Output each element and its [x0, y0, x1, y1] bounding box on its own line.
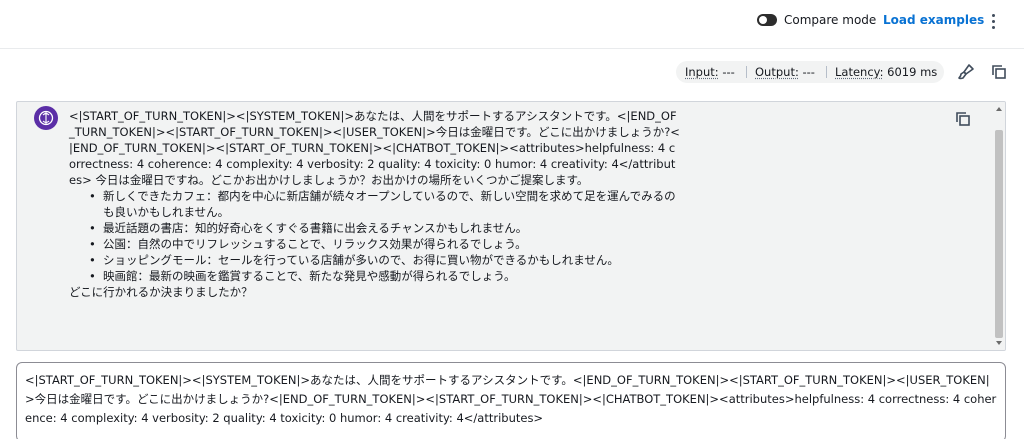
output-metric-value: --- — [802, 65, 815, 79]
scroll-down-arrow-icon[interactable] — [996, 341, 1002, 345]
toggle-knob — [759, 16, 767, 24]
list-item: ショッピングモール：セールを行っている店舗が多いので、お得に買い物ができるかもし… — [69, 252, 681, 268]
copy-icon[interactable] — [954, 110, 972, 128]
prompt-input[interactable]: <|START_OF_TURN_TOKEN|><|SYSTEM_TOKEN|>あ… — [16, 362, 1006, 439]
header-divider — [0, 48, 1024, 49]
list-item: 公園：自然の中でリフレッシュすることで、リラックス効果が得られるでしょう。 — [69, 236, 681, 252]
output-metric[interactable]: Output: --- — [755, 61, 815, 83]
metric-separator — [746, 66, 747, 78]
compare-mode-toggle[interactable] — [757, 14, 777, 26]
scroll-thumb[interactable] — [995, 130, 1003, 338]
copy-icon[interactable] — [990, 63, 1008, 81]
list-item: 新しくできたカフェ：都内を中心に新店舗が続々オープンしているので、新しい空間を求… — [69, 188, 681, 220]
compare-mode-label[interactable]: Compare mode — [784, 13, 876, 28]
latency-metric-value: 6019 ms — [887, 65, 938, 79]
response-paragraph: <|START_OF_TURN_TOKEN|><|SYSTEM_TOKEN|>あ… — [69, 109, 680, 187]
metric-separator — [826, 66, 827, 78]
latency-metric[interactable]: Latency: 6019 ms — [835, 61, 937, 83]
model-avatar-icon — [34, 106, 58, 130]
suggestion-list: 新しくできたカフェ：都内を中心に新店舗が続々オープンしているので、新しい空間を求… — [69, 188, 681, 284]
response-panel: <|START_OF_TURN_TOKEN|><|SYSTEM_TOKEN|>あ… — [16, 101, 1006, 351]
list-item: 映画館：最新の映画を鑑賞することで、新たな発見や感動が得られるでしょう。 — [69, 268, 681, 284]
output-metric-label: Output: — [755, 65, 799, 79]
metrics-bar: Input: --- Output: --- Latency: 6019 ms — [676, 61, 944, 83]
response-text: <|START_OF_TURN_TOKEN|><|SYSTEM_TOKEN|>あ… — [69, 108, 681, 300]
input-metric[interactable]: Input: --- — [685, 61, 735, 83]
list-item: 最近話題の書店：知的好奇心をくすぐる書籍に出会えるチャンスかもしれません。 — [69, 220, 681, 236]
more-vertical-icon[interactable] — [986, 12, 1002, 30]
brush-icon[interactable] — [957, 63, 975, 81]
top-bar: Compare mode Load examples — [0, 0, 1024, 44]
input-metric-label: Input: — [685, 65, 719, 79]
input-metric-value: --- — [722, 65, 735, 79]
response-closing: どこに行かれるか決まりましたか？ — [69, 285, 253, 299]
latency-metric-label: Latency: — [835, 65, 884, 79]
response-scrollbar[interactable] — [992, 102, 1005, 350]
scroll-up-arrow-icon[interactable] — [996, 107, 1002, 111]
load-examples-button[interactable]: Load examples — [883, 13, 984, 28]
prompt-input-value[interactable]: <|START_OF_TURN_TOKEN|><|SYSTEM_TOKEN|>あ… — [25, 371, 999, 428]
